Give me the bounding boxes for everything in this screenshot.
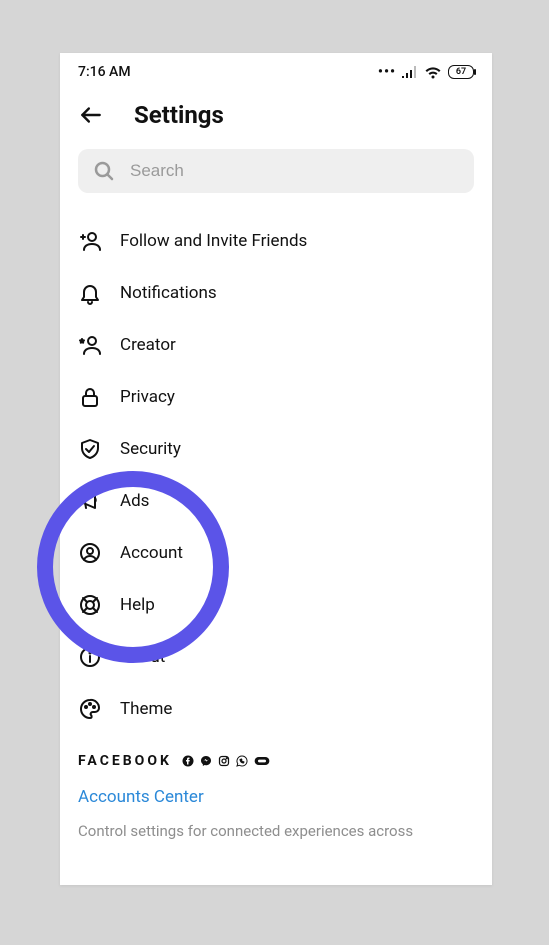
menu-item-security[interactable]: Security [78,423,474,475]
menu-label: Ads [120,491,149,511]
menu-item-help[interactable]: Help [78,579,474,631]
menu-item-creator[interactable]: Creator [78,319,474,371]
palette-icon [78,697,102,721]
menu-item-notifications[interactable]: Notifications [78,267,474,319]
messenger-icon [200,755,212,767]
company-name: FACEBOOK [78,753,172,769]
menu-label: Theme [120,699,172,719]
help-icon [78,593,102,617]
menu-item-ads[interactable]: Ads [78,475,474,527]
megaphone-icon [78,489,102,513]
menu-item-about[interactable]: About [78,631,474,683]
menu-item-theme[interactable]: Theme [78,683,474,735]
menu-label: Privacy [120,387,175,407]
clock: 7:16 AM [78,64,131,80]
wifi-icon [424,66,442,79]
status-indicators: ••• 67 [378,64,474,80]
add-person-icon [78,229,102,253]
settings-menu: Follow and Invite Friends Notifications … [60,209,492,735]
search-icon [92,159,116,183]
company-app-icons [182,755,270,767]
facebook-icon [182,755,194,767]
menu-label: Help [120,595,155,615]
search-input[interactable] [130,161,460,181]
menu-item-follow-invite[interactable]: Follow and Invite Friends [78,215,474,267]
settings-screen: 7:16 AM ••• 67 Settings Follow and Invit… [60,53,492,885]
shield-icon [78,437,102,461]
back-arrow-icon [78,102,104,128]
status-bar: 7:16 AM ••• 67 [60,53,492,91]
instagram-icon [218,755,230,767]
menu-item-account[interactable]: Account [78,527,474,579]
accounts-center-link[interactable]: Accounts Center [78,769,474,807]
oculus-icon [254,756,270,766]
menu-label: Account [120,543,183,563]
bell-icon [78,281,102,305]
whatsapp-icon [236,755,248,767]
back-button[interactable] [78,102,104,128]
menu-item-privacy[interactable]: Privacy [78,371,474,423]
menu-label: Creator [120,335,176,355]
search-box[interactable] [78,149,474,193]
page-title: Settings [134,101,224,129]
menu-label: Notifications [120,283,217,303]
menu-label: Security [120,439,181,459]
header: Settings [60,91,492,149]
battery-icon: 67 [448,65,474,79]
more-icon: ••• [378,64,396,80]
signal-icon [402,66,418,78]
footer: FACEBOOK Accounts Center Control setting… [60,735,492,841]
accounts-center-desc: Control settings for connected experienc… [78,807,474,841]
menu-label: Follow and Invite Friends [120,231,307,251]
menu-label: About [120,647,165,667]
star-person-icon [78,333,102,357]
account-icon [78,541,102,565]
lock-icon [78,385,102,409]
info-icon [78,645,102,669]
